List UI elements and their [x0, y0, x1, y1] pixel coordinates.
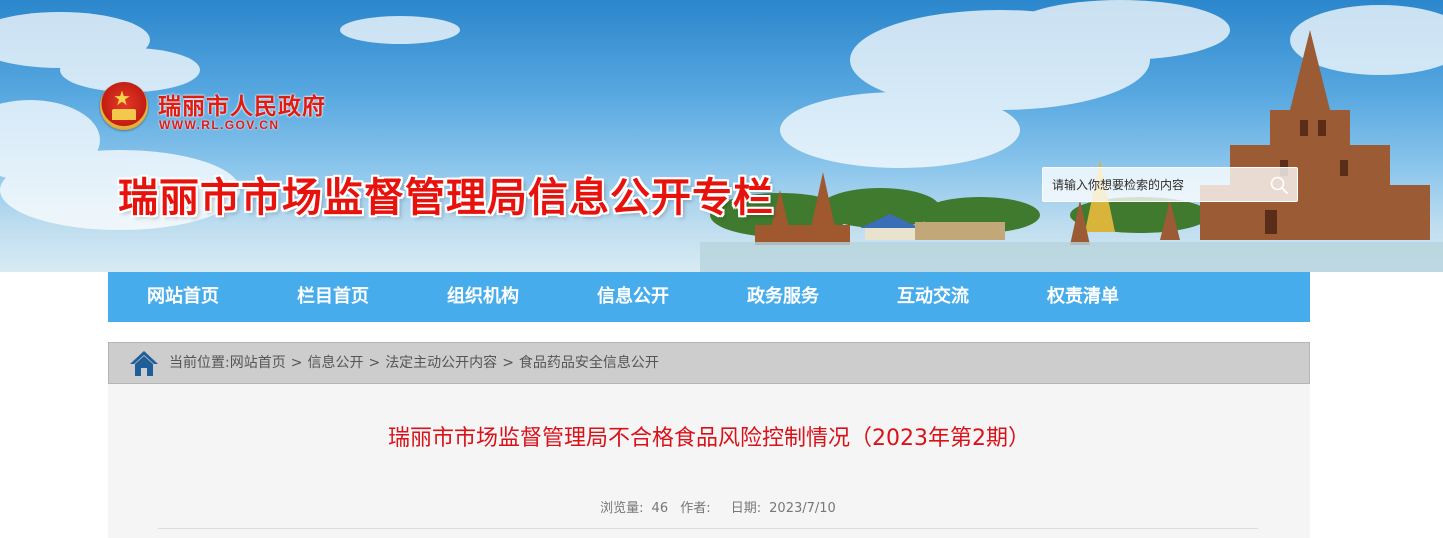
gov-name: 瑞丽市人民政府	[158, 94, 326, 120]
breadcrumb-path: 当前位置:网站首页 > 信息公开 > 法定主动公开内容 > 食品药品安全信息公开	[169, 343, 659, 383]
search-icon[interactable]	[1269, 175, 1289, 195]
banner-scenery	[0, 0, 1443, 272]
search-box	[1042, 167, 1298, 202]
header-banner: ★ 瑞丽市人民政府 WWW.RL.GOV.CN 瑞丽市市场监督管理局信息公开专栏	[0, 0, 1443, 272]
nav-item-column-home[interactable]: 栏目首页	[258, 272, 408, 322]
article-panel: 瑞丽市市场监督管理局不合格食品风险控制情况（2023年第2期） 浏览量: 46 作…	[108, 384, 1310, 538]
national-emblem-icon: ★	[100, 82, 148, 130]
breadcrumb-item-statutory-content[interactable]: 法定主动公开内容	[385, 355, 497, 371]
breadcrumb-separator: >	[290, 355, 303, 371]
breadcrumb-prefix: 当前位置:	[169, 355, 230, 371]
date-label: 日期:	[730, 501, 762, 516]
nav-item-info-disclosure[interactable]: 信息公开	[558, 272, 708, 322]
views-label: 浏览量:	[600, 501, 644, 516]
nav-item-home[interactable]: 网站首页	[108, 272, 258, 322]
divider	[158, 528, 1258, 529]
nav-item-interaction[interactable]: 互动交流	[858, 272, 1008, 322]
breadcrumb-item-food-drug-safety[interactable]: 食品药品安全信息公开	[519, 355, 659, 371]
nav-item-responsibility-list[interactable]: 权责清单	[1008, 272, 1158, 322]
main-nav: 网站首页 栏目首页 组织机构 信息公开 政务服务 互动交流 权责清单	[108, 272, 1310, 322]
breadcrumb-item-info-disclosure[interactable]: 信息公开	[307, 355, 363, 371]
date-value: 2023/7/10	[769, 501, 836, 516]
home-icon	[130, 351, 158, 376]
breadcrumb-item-home[interactable]: 网站首页	[230, 355, 286, 371]
nav-item-organization[interactable]: 组织机构	[408, 272, 558, 322]
breadcrumb: 当前位置:网站首页 > 信息公开 > 法定主动公开内容 > 食品药品安全信息公开	[108, 342, 1310, 384]
gov-url: WWW.RL.GOV.CN	[159, 118, 280, 132]
views-count: 46	[651, 501, 669, 516]
article-title: 瑞丽市市场监督管理局不合格食品风险控制情况（2023年第2期）	[388, 426, 1030, 451]
article-meta: 浏览量: 46 作者: 日期: 2023/7/10	[108, 497, 1328, 516]
nav-item-gov-services[interactable]: 政务服务	[708, 272, 858, 322]
search-input[interactable]	[1043, 168, 1272, 201]
site-title: 瑞丽市市场监督管理局信息公开专栏	[118, 175, 774, 221]
breadcrumb-separator: >	[368, 355, 381, 371]
author-label: 作者:	[680, 501, 711, 516]
breadcrumb-separator: >	[502, 355, 514, 371]
